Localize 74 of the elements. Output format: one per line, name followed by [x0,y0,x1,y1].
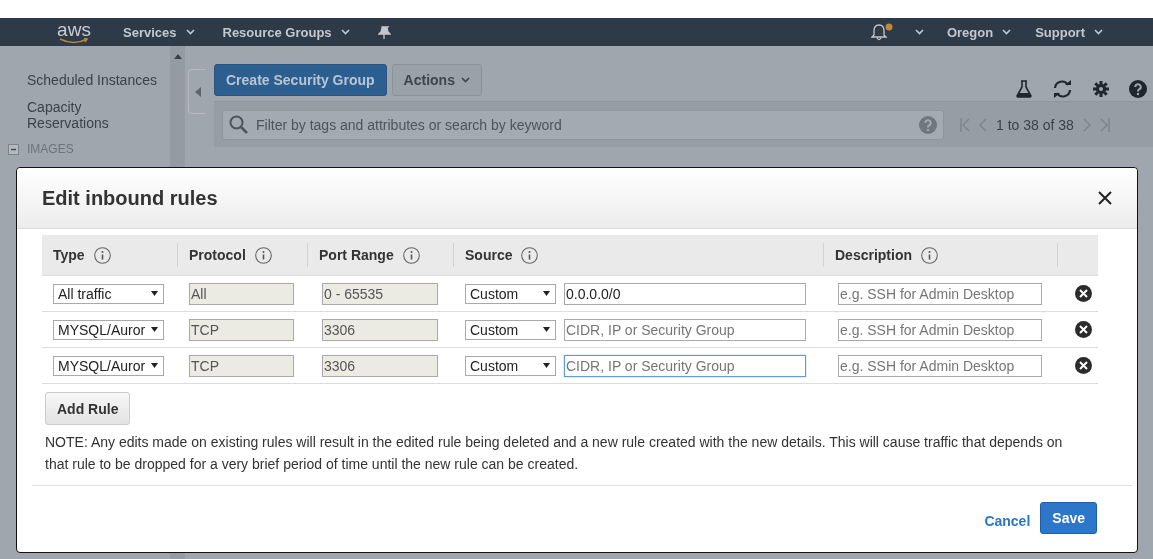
caret-down-icon [543,327,550,332]
caret-down-icon [151,291,158,296]
smile-arrow-icon [59,37,89,44]
caret-down-icon [151,363,158,368]
info-icon[interactable] [254,246,272,264]
cidr-field[interactable]: CIDR, IP or Security Group [564,354,806,377]
port-range-field[interactable]: 0 - 65535 [322,282,438,305]
bell-icon[interactable] [870,23,893,41]
info-icon[interactable] [521,246,539,264]
description-field[interactable]: e.g. SSH for Admin Desktop [838,318,1042,341]
type-select[interactable]: MYSQL/Auror [53,319,164,340]
collapse-tab[interactable] [188,69,206,114]
info-icon[interactable] [402,246,420,264]
flask-icon[interactable] [1016,80,1032,98]
search-bar[interactable]: Filter by tags and attributes or search by keyword [222,109,944,140]
create-button[interactable]: Create Security Group [214,64,387,96]
pin-icon[interactable] [377,26,391,40]
sidebar-link[interactable]: Capacity Reservations [27,99,162,131]
chevron-down-icon [185,29,195,35]
caret-left-icon [194,86,201,97]
info-icon[interactable] [921,246,938,264]
type-select[interactable]: All traffic [53,283,164,304]
close-button[interactable] [1098,191,1112,205]
search-field[interactable]: Filter by tags and attributes or search by keyword [254,115,913,134]
remove-icon[interactable] [1075,285,1092,302]
column-header: Port Range [319,247,394,263]
port-range-field[interactable]: 3306 [322,318,438,341]
help-icon[interactable] [1129,80,1147,98]
scroll-up-icon[interactable] [173,54,182,59]
pagination-text: 1 to 38 of 38 [996,116,1074,133]
source-select[interactable]: Custom [465,355,556,376]
actions-button[interactable]: Actions [391,64,482,96]
remove-icon[interactable] [1075,321,1092,338]
collapse-icon[interactable] [8,143,19,155]
type-select[interactable]: MYSQL/Auror [53,355,164,376]
protocol-field[interactable]: TCP [189,318,294,341]
cidr-field[interactable]: 0.0.0.0/0 [564,282,806,305]
caret-down-icon [543,363,550,368]
cidr-field[interactable]: CIDR, IP or Security Group [564,318,806,341]
protocol-field[interactable]: All [189,282,294,305]
chevron-down-icon [1094,29,1103,35]
nav-menu[interactable]: Resource Groups [222,24,350,40]
chevron-down-icon [1002,29,1012,35]
note-text: NOTE: Any edits made on existing rules will result in the edited rule being deleted and a new rule created with the new details. This will cause traffic that depends on that rule to be dropped for a very brief period of time until the new rule can be created. [45,433,1064,474]
port-range-field[interactable]: 3306 [322,354,438,377]
support-menu[interactable]: Support [1035,24,1103,40]
sidebar-link[interactable]: Scheduled Instances [27,72,162,88]
add-rule-button[interactable]: Add Rule [45,392,131,425]
nav-menu[interactable]: Services [123,24,195,40]
chevron-down-icon [460,77,470,83]
cancel-link[interactable]: Cancel [984,513,1031,529]
settings-icon[interactable] [1093,81,1109,97]
close-icon [1098,191,1112,205]
description-field[interactable]: e.g. SSH for Admin Desktop [838,282,1042,305]
column-header: Protocol [189,247,246,263]
region-menu[interactable]: Oregon [946,24,1012,40]
refresh-icon[interactable] [1052,80,1073,98]
column-header: Type [53,247,85,263]
source-select[interactable]: Custom [465,319,556,340]
chevron-down-icon [914,29,924,35]
protocol-field[interactable]: TCP [189,354,294,377]
search-icon [229,115,248,134]
caret-down-icon [543,291,550,296]
description-field[interactable]: e.g. SSH for Admin Desktop [838,354,1042,377]
caret-down-icon [151,327,158,332]
aws-logo[interactable]: aws [57,20,91,38]
info-icon[interactable] [93,246,111,264]
save-button[interactable]: Save [1040,502,1097,534]
column-header: Source [465,247,513,263]
column-header: Description [835,247,912,263]
source-select[interactable]: Custom [465,283,556,304]
remove-icon[interactable] [1075,357,1092,374]
chevron-down-icon [340,29,350,35]
dialog-title: Edit inbound rules [42,186,219,210]
